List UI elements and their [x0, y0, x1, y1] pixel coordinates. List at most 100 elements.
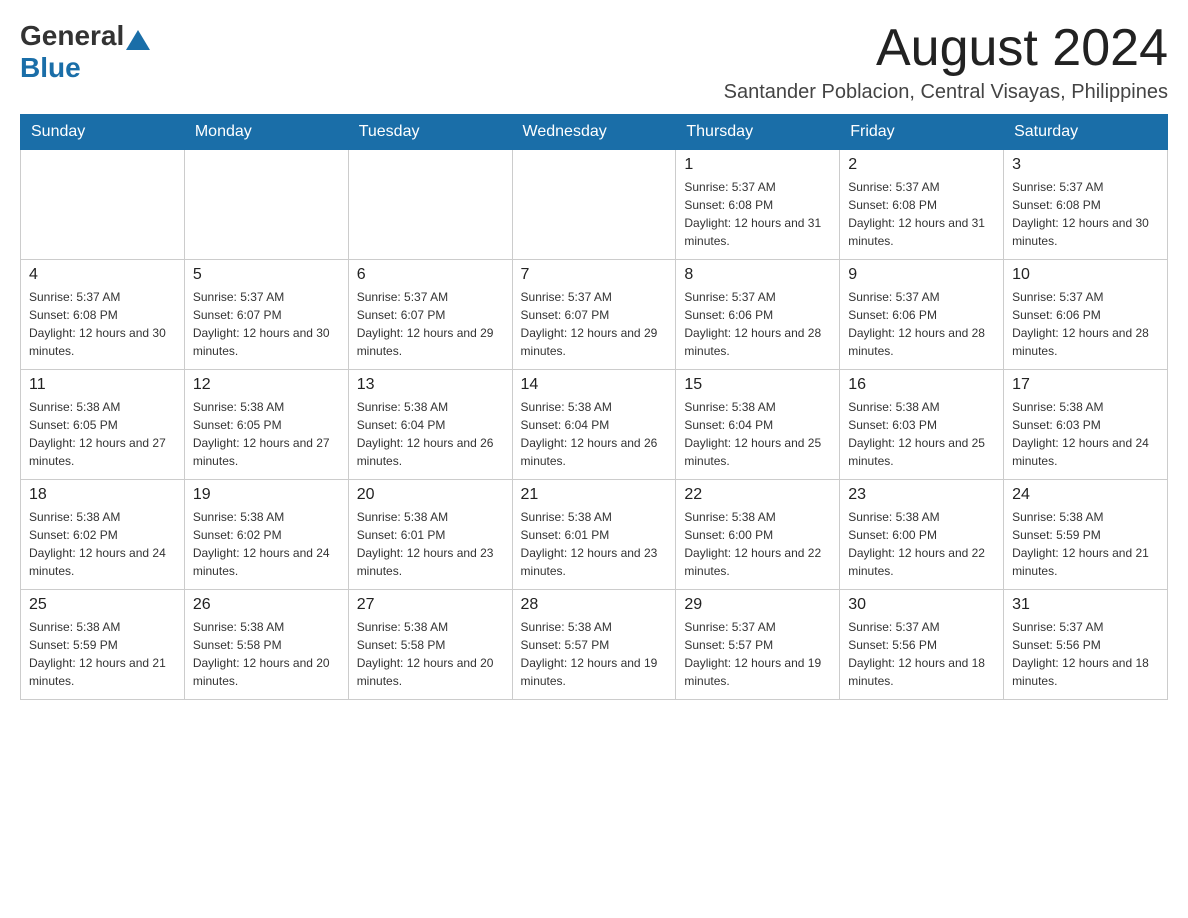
table-row: 1 Sunrise: 5:37 AM Sunset: 6:08 PM Daylig…: [676, 150, 840, 260]
table-row: 27Sunrise: 5:38 AM Sunset: 5:58 PM Dayli…: [348, 590, 512, 700]
day-number: 1: [684, 156, 831, 174]
day-info: Sunrise: 5:38 AM Sunset: 6:05 PM Dayligh…: [29, 398, 176, 470]
day-number: 20: [357, 486, 504, 504]
day-info: Sunrise: 5:38 AM Sunset: 6:01 PM Dayligh…: [521, 508, 668, 580]
day-number: 31: [1012, 596, 1159, 614]
calendar-week-row: 1 Sunrise: 5:37 AM Sunset: 6:08 PM Daylig…: [21, 150, 1168, 260]
day-info: Sunrise: 5:38 AM Sunset: 5:58 PM Dayligh…: [193, 618, 340, 690]
day-number: 4: [29, 266, 176, 284]
table-row: 16 Sunrise: 5:38 AM Sunset: 6:03 PM Dayli…: [840, 370, 1004, 480]
table-row: 4 Sunrise: 5:37 AM Sunset: 6:08 PM Daylig…: [21, 260, 185, 370]
day-info: Sunrise: 5:37 AM Sunset: 6:08 PM Dayligh…: [684, 178, 831, 250]
day-number: 13: [357, 376, 504, 394]
day-info: Sunrise: 5:38 AM Sunset: 6:02 PM Dayligh…: [193, 508, 340, 580]
day-info: Sunrise: 5:38 AM Sunset: 6:05 PM Dayligh…: [193, 398, 340, 470]
calendar-header-row: Sunday Monday Tuesday Wednesday Thursday…: [21, 115, 1168, 150]
table-row: 23 Sunrise: 5:38 AM Sunset: 6:00 PM Dayli…: [840, 480, 1004, 590]
table-row: 29 Sunrise: 5:37 AM Sunset: 5:57 PM Dayli…: [676, 590, 840, 700]
table-row: 13 Sunrise: 5:38 AM Sunset: 6:04 PM Dayli…: [348, 370, 512, 480]
calendar-table: Sunday Monday Tuesday Wednesday Thursday…: [20, 114, 1168, 700]
table-row: [184, 150, 348, 260]
logo-general-text: General: [20, 20, 124, 52]
page-header: General Blue August 2024 Santander Pobla…: [20, 20, 1168, 104]
day-info: Sunrise: 5:37 AM Sunset: 6:08 PM Dayligh…: [1012, 178, 1159, 250]
day-number: 3: [1012, 156, 1159, 174]
calendar-week-row: 4 Sunrise: 5:37 AM Sunset: 6:08 PM Daylig…: [21, 260, 1168, 370]
table-row: 26 Sunrise: 5:38 AM Sunset: 5:58 PM Dayli…: [184, 590, 348, 700]
table-row: 24Sunrise: 5:38 AM Sunset: 5:59 PM Dayli…: [1004, 480, 1168, 590]
day-info: Sunrise: 5:38 AM Sunset: 6:01 PM Dayligh…: [357, 508, 504, 580]
day-number: 5: [193, 266, 340, 284]
day-info: Sunrise: 5:38 AM Sunset: 6:00 PM Dayligh…: [684, 508, 831, 580]
day-info: Sunrise: 5:37 AM Sunset: 6:07 PM Dayligh…: [193, 288, 340, 360]
logo: General Blue: [20, 20, 152, 84]
table-row: 10 Sunrise: 5:37 AM Sunset: 6:06 PM Dayli…: [1004, 260, 1168, 370]
table-row: 18 Sunrise: 5:38 AM Sunset: 6:02 PM Dayli…: [21, 480, 185, 590]
day-number: 23: [848, 486, 995, 504]
calendar-week-row: 25 Sunrise: 5:38 AM Sunset: 5:59 PM Dayli…: [21, 590, 1168, 700]
table-row: 11 Sunrise: 5:38 AM Sunset: 6:05 PM Dayli…: [21, 370, 185, 480]
title-block: August 2024 Santander Poblacion, Central…: [724, 20, 1168, 104]
day-info: Sunrise: 5:38 AM Sunset: 5:59 PM Dayligh…: [29, 618, 176, 690]
day-number: 18: [29, 486, 176, 504]
day-number: 26: [193, 596, 340, 614]
day-info: Sunrise: 5:38 AM Sunset: 6:00 PM Dayligh…: [848, 508, 995, 580]
table-row: 15Sunrise: 5:38 AM Sunset: 6:04 PM Dayli…: [676, 370, 840, 480]
day-number: 29: [684, 596, 831, 614]
day-number: 9: [848, 266, 995, 284]
day-info: Sunrise: 5:37 AM Sunset: 6:08 PM Dayligh…: [29, 288, 176, 360]
day-number: 7: [521, 266, 668, 284]
day-info: Sunrise: 5:37 AM Sunset: 5:56 PM Dayligh…: [848, 618, 995, 690]
day-info: Sunrise: 5:38 AM Sunset: 6:04 PM Dayligh…: [357, 398, 504, 470]
day-info: Sunrise: 5:38 AM Sunset: 6:04 PM Dayligh…: [521, 398, 668, 470]
day-number: 16: [848, 376, 995, 394]
table-row: 28Sunrise: 5:38 AM Sunset: 5:57 PM Dayli…: [512, 590, 676, 700]
day-info: Sunrise: 5:37 AM Sunset: 6:06 PM Dayligh…: [848, 288, 995, 360]
day-number: 10: [1012, 266, 1159, 284]
day-info: Sunrise: 5:37 AM Sunset: 6:07 PM Dayligh…: [357, 288, 504, 360]
day-info: Sunrise: 5:37 AM Sunset: 5:57 PM Dayligh…: [684, 618, 831, 690]
day-info: Sunrise: 5:37 AM Sunset: 5:56 PM Dayligh…: [1012, 618, 1159, 690]
table-row: 3 Sunrise: 5:37 AM Sunset: 6:08 PM Daylig…: [1004, 150, 1168, 260]
table-row: 22 Sunrise: 5:38 AM Sunset: 6:00 PM Dayli…: [676, 480, 840, 590]
day-info: Sunrise: 5:38 AM Sunset: 6:02 PM Dayligh…: [29, 508, 176, 580]
table-row: [348, 150, 512, 260]
table-row: 7 Sunrise: 5:37 AM Sunset: 6:07 PM Daylig…: [512, 260, 676, 370]
table-row: 6 Sunrise: 5:37 AM Sunset: 6:07 PM Daylig…: [348, 260, 512, 370]
day-info: Sunrise: 5:37 AM Sunset: 6:06 PM Dayligh…: [1012, 288, 1159, 360]
day-number: 21: [521, 486, 668, 504]
table-row: 30 Sunrise: 5:37 AM Sunset: 5:56 PM Dayli…: [840, 590, 1004, 700]
table-row: 2Sunrise: 5:37 AM Sunset: 6:08 PM Daylig…: [840, 150, 1004, 260]
day-number: 19: [193, 486, 340, 504]
month-title: August 2024: [724, 20, 1168, 77]
day-number: 25: [29, 596, 176, 614]
calendar-week-row: 11 Sunrise: 5:38 AM Sunset: 6:05 PM Dayli…: [21, 370, 1168, 480]
table-row: 9 Sunrise: 5:37 AM Sunset: 6:06 PM Daylig…: [840, 260, 1004, 370]
day-info: Sunrise: 5:38 AM Sunset: 6:03 PM Dayligh…: [848, 398, 995, 470]
table-row: 21 Sunrise: 5:38 AM Sunset: 6:01 PM Dayli…: [512, 480, 676, 590]
day-number: 14: [521, 376, 668, 394]
table-row: 5 Sunrise: 5:37 AM Sunset: 6:07 PM Daylig…: [184, 260, 348, 370]
day-number: 27: [357, 596, 504, 614]
header-wednesday: Wednesday: [512, 115, 676, 150]
day-number: 11: [29, 376, 176, 394]
day-number: 30: [848, 596, 995, 614]
table-row: 8Sunrise: 5:37 AM Sunset: 6:06 PM Daylig…: [676, 260, 840, 370]
day-info: Sunrise: 5:38 AM Sunset: 5:59 PM Dayligh…: [1012, 508, 1159, 580]
day-number: 6: [357, 266, 504, 284]
day-info: Sunrise: 5:37 AM Sunset: 6:07 PM Dayligh…: [521, 288, 668, 360]
header-friday: Friday: [840, 115, 1004, 150]
table-row: [512, 150, 676, 260]
day-number: 22: [684, 486, 831, 504]
table-row: 14 Sunrise: 5:38 AM Sunset: 6:04 PM Dayli…: [512, 370, 676, 480]
table-row: 20 Sunrise: 5:38 AM Sunset: 6:01 PM Dayli…: [348, 480, 512, 590]
logo-blue-text: Blue: [20, 52, 81, 84]
logo-triangle-icon: [126, 30, 150, 50]
header-saturday: Saturday: [1004, 115, 1168, 150]
day-number: 2: [848, 156, 995, 174]
day-number: 15: [684, 376, 831, 394]
header-sunday: Sunday: [21, 115, 185, 150]
day-info: Sunrise: 5:38 AM Sunset: 6:03 PM Dayligh…: [1012, 398, 1159, 470]
day-info: Sunrise: 5:38 AM Sunset: 5:57 PM Dayligh…: [521, 618, 668, 690]
header-tuesday: Tuesday: [348, 115, 512, 150]
